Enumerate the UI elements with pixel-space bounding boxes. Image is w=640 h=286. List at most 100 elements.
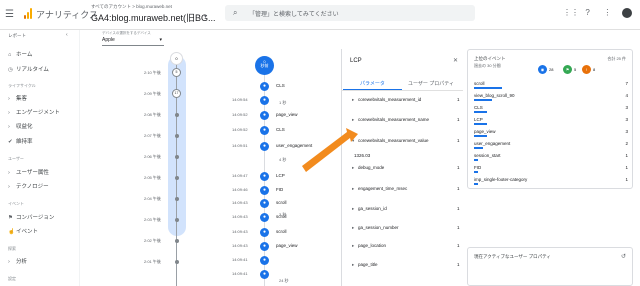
timeline-minute-dot[interactable] bbox=[174, 176, 179, 180]
top-event-row[interactable]: user_engagement 2 bbox=[474, 141, 628, 151]
events-section: イベント bbox=[8, 201, 24, 206]
badge-count: 5 bbox=[574, 67, 577, 72]
person-icon: ◉ bbox=[538, 65, 547, 74]
sidebar-item-acquisition[interactable]: › 集客 bbox=[8, 94, 27, 102]
card-subtitle: 過去の 30 分間 bbox=[474, 63, 501, 68]
person-event-icon: ● bbox=[260, 172, 269, 181]
sidebar-item-realtime[interactable]: ◷ リアルタイム bbox=[8, 65, 49, 73]
top-event-count: 3 bbox=[625, 129, 628, 134]
param-row[interactable]: ▸ corewebvitals_measurement_name bbox=[352, 117, 462, 123]
timeline-minute-dot[interactable] bbox=[174, 134, 179, 138]
person-event-icon: ● bbox=[260, 256, 269, 265]
timeline-minute-dot[interactable] bbox=[174, 197, 179, 201]
top-event-bar bbox=[474, 147, 483, 149]
top-event-bar bbox=[474, 123, 487, 125]
sidebar-item-user-attrs[interactable]: › ユーザー属性 bbox=[8, 168, 49, 176]
timeline-minute-dot[interactable] bbox=[174, 113, 179, 117]
param-count: 1 bbox=[457, 243, 460, 248]
sidebar-item-analysis[interactable]: › 分析 bbox=[8, 257, 27, 265]
sidebar-item-engagement[interactable]: › エンゲージメント bbox=[8, 108, 60, 116]
event-stream-item[interactable]: 14:09:43 ● page_view bbox=[232, 242, 342, 251]
search-input[interactable]: 「管理」と検索してみてください bbox=[249, 9, 339, 18]
sidebar-item-conversions[interactable]: ⚑ コンバージョン bbox=[8, 213, 54, 221]
history-icon[interactable]: ↺ bbox=[621, 253, 626, 260]
sidebar-item-events[interactable]: ☝イベント bbox=[8, 227, 38, 235]
avatar[interactable] bbox=[622, 8, 632, 18]
chevron-down-icon[interactable]: ▾ bbox=[204, 13, 207, 20]
person-event-icon: ● bbox=[260, 111, 269, 120]
timeline-minute-dot[interactable] bbox=[174, 155, 179, 159]
timeline-minute-dot[interactable] bbox=[174, 218, 179, 222]
help-icon[interactable]: ? bbox=[583, 8, 593, 18]
timeline-minute-dot[interactable] bbox=[174, 239, 179, 243]
top-event-row[interactable]: LCP 3 bbox=[474, 117, 628, 127]
param-row[interactable]: ▸ engagement_time_msec bbox=[352, 186, 462, 192]
timeline-top-count[interactable]: 0 bbox=[170, 52, 183, 65]
breadcrumb[interactable]: すべてのアカウント > blog.muraweb.net bbox=[91, 4, 172, 10]
top-event-row[interactable]: CLS 3 bbox=[474, 105, 628, 115]
property-selector[interactable]: GA4:blog.muraweb.net(旧BG... bbox=[91, 11, 216, 24]
chevron-right-icon: › bbox=[8, 96, 10, 102]
flag-icon: ⚑ bbox=[563, 65, 572, 74]
event-stream-item[interactable]: 14:09:52 ● page_view bbox=[232, 111, 342, 120]
device-select[interactable]: Apple ▾ bbox=[102, 37, 164, 46]
event-time: 14:09:51 bbox=[232, 143, 248, 148]
top-event-row[interactable]: view_blog_scroll_90 4 bbox=[474, 93, 628, 103]
user-section: ユーザー bbox=[8, 156, 24, 161]
top-event-count: 1 bbox=[625, 165, 628, 170]
person-event-icon: ● bbox=[260, 213, 269, 222]
more-vert-icon[interactable]: ⋮ bbox=[602, 8, 612, 18]
param-row[interactable]: ▸ debug_mode bbox=[352, 165, 462, 171]
reports-heading: レポート bbox=[8, 33, 26, 38]
chevron-right-icon: › bbox=[8, 110, 10, 116]
param-name: corewebvitals_measurement_value bbox=[358, 138, 429, 143]
tab-parameters[interactable]: パラメータ bbox=[360, 80, 385, 87]
menu-icon[interactable]: ☰ bbox=[5, 9, 14, 20]
apps-icon[interactable]: ⋮⋮ bbox=[563, 8, 579, 18]
chevron-right-icon: › bbox=[8, 184, 10, 190]
timeline-minute-count[interactable]: 5 bbox=[172, 68, 181, 77]
timeline-minute-count[interactable]: 17 bbox=[172, 89, 181, 98]
timeline-minute-label: 2:05 午後 bbox=[144, 175, 161, 180]
chevron-left-icon[interactable]: ‹ bbox=[66, 32, 68, 38]
param-row[interactable]: ▸ page_location bbox=[352, 243, 462, 249]
time-gap-label: 1 秒 bbox=[279, 100, 287, 105]
param-row[interactable]: ▸ ga_session_id bbox=[352, 206, 462, 212]
top-event-row[interactable]: FID 1 bbox=[474, 165, 628, 175]
sidebar-item-home[interactable]: ⌂ ホーム bbox=[8, 50, 32, 58]
timeline-minute-dot[interactable] bbox=[174, 260, 179, 264]
top-event-name: imp_single-footer-category bbox=[474, 177, 528, 182]
top-event-count: 7 bbox=[625, 81, 628, 86]
time-gap-label: 3 秒 bbox=[279, 212, 287, 217]
timeline-minute-label: 2:09 午後 bbox=[144, 91, 161, 96]
top-event-row[interactable]: page_view 3 bbox=[474, 129, 628, 139]
top-event-name: CLS bbox=[474, 105, 483, 110]
sidebar-item-tech[interactable]: › テクノロジー bbox=[8, 182, 49, 190]
top-event-row[interactable]: imp_single-footer-category 1 bbox=[474, 177, 628, 187]
event-stream-item[interactable]: 14:09:46 ● FID bbox=[232, 186, 342, 195]
sidebar-item-monetization[interactable]: › 収益化 bbox=[8, 122, 33, 130]
param-row[interactable]: ▸ corewebvitals_measurement_id bbox=[352, 97, 462, 103]
param-row[interactable]: ▸ ga_session_number bbox=[352, 225, 462, 231]
event-stream-item[interactable]: 14:09:43 ● scroll bbox=[232, 228, 342, 237]
search-bar[interactable]: ⌕ 「管理」と検索してみてください bbox=[225, 5, 475, 21]
event-stream-item[interactable]: 14:09:41 ● bbox=[232, 256, 342, 265]
top-event-row[interactable]: session_start 1 bbox=[474, 153, 628, 163]
top-event-bar bbox=[474, 159, 478, 161]
event-stream-item[interactable]: 14:09:43 ● scroll bbox=[232, 213, 342, 222]
top-event-row[interactable]: scroll 7 bbox=[474, 81, 628, 91]
top-event-name: user_engagement bbox=[474, 141, 511, 146]
param-name: corewebvitals_measurement_id bbox=[358, 97, 422, 102]
event-stream-item[interactable]: 14:09:54 ● bbox=[232, 96, 342, 105]
sidebar-item-retention[interactable]: ✔ 維持率 bbox=[8, 137, 33, 145]
param-row[interactable]: ▾ corewebvitals_measurement_value bbox=[352, 138, 462, 144]
close-icon[interactable]: ✕ bbox=[453, 57, 458, 64]
timeline-minute-label: 2:04 午後 bbox=[144, 196, 161, 201]
event-stream-item[interactable]: 14:09:43 ● scroll bbox=[232, 199, 342, 208]
timeline-minute-label: 2:06 午後 bbox=[144, 154, 161, 159]
tab-user-properties[interactable]: ユーザー プロパティ bbox=[408, 80, 454, 87]
event-stream-item[interactable]: ● CLS bbox=[232, 82, 342, 91]
top-event-name: session_start bbox=[474, 153, 501, 158]
param-row[interactable]: ▸ page_title bbox=[352, 262, 462, 268]
param-count: 1 bbox=[457, 225, 460, 230]
